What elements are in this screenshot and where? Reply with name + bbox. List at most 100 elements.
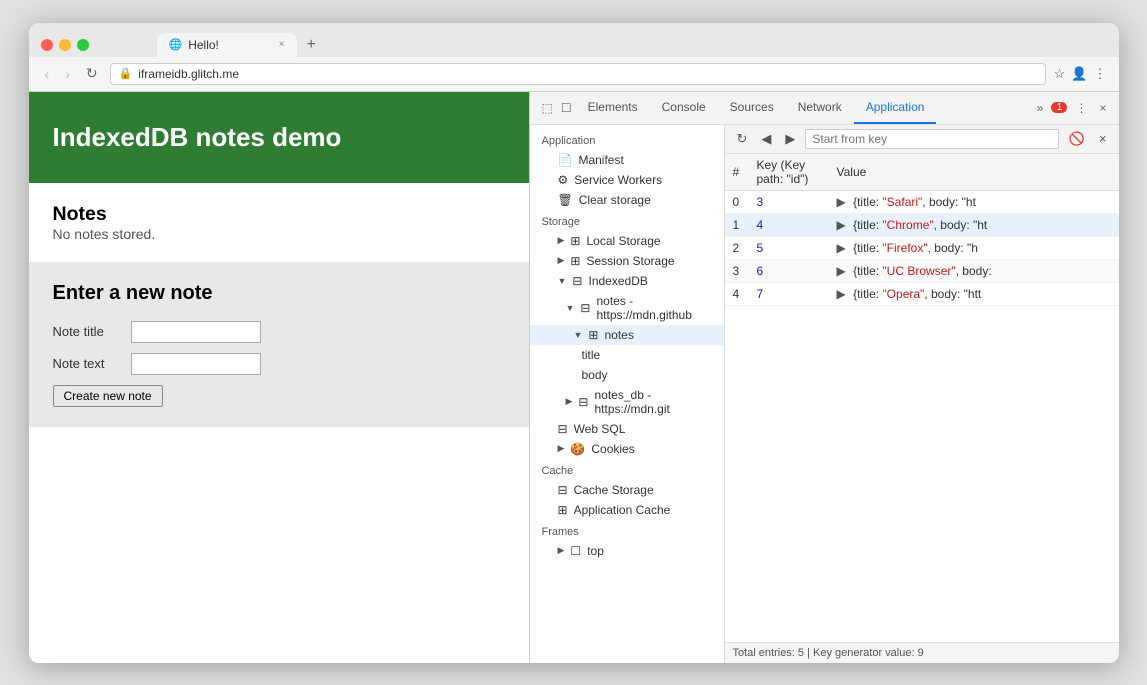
note-title-input[interactable] — [131, 321, 261, 343]
refresh-database-button[interactable]: ↻ — [733, 129, 752, 149]
data-table: # Key (Key path: "id") Value 03▶ {title:… — [725, 154, 1119, 306]
more-tabs-button[interactable]: » — [1033, 99, 1048, 117]
title-bar: 🌐 Hello! × + — [29, 23, 1119, 57]
gear-icon: ⚙ — [558, 173, 569, 187]
table-row[interactable]: 14▶ {title: "Chrome", body: "ht — [725, 213, 1119, 236]
sidebar-item-cache-storage[interactable]: ⊟ Cache Storage — [530, 480, 724, 500]
sidebar-item-idb-db[interactable]: ▼ ⊟ notes - https://mdn.github — [530, 291, 724, 325]
sidebar-item-cache-storage-label: Cache Storage — [574, 483, 654, 497]
note-text-row: Note text — [53, 353, 505, 375]
nav-forward-button[interactable]: › — [61, 64, 74, 84]
tab-console[interactable]: Console — [650, 92, 718, 124]
devtools-panel: ⬚ ☐ Elements Console Sources Network App… — [529, 92, 1119, 663]
address-bar-input[interactable]: 🔒 iframeidb.glitch.me — [110, 63, 1046, 85]
menu-icon[interactable]: ⋮ — [1094, 66, 1107, 82]
start-from-key-input[interactable] — [805, 129, 1058, 149]
table-row[interactable]: 47▶ {title: "Opera", body: "htt — [725, 282, 1119, 305]
create-note-button[interactable]: Create new note — [53, 385, 163, 407]
sidebar-item-manifest-label: Manifest — [578, 153, 623, 167]
note-text-input[interactable] — [131, 353, 261, 375]
prev-key-button[interactable]: ◀ — [757, 129, 775, 149]
sidebar-item-top-frame[interactable]: ▶ ☐ top — [530, 541, 724, 561]
notes-section: Notes No notes stored. — [29, 183, 529, 262]
status-bar: Total entries: 5 | Key generator value: … — [725, 642, 1119, 663]
clear-all-button[interactable]: 🚫 — [1065, 129, 1089, 149]
devtools-tab-bar: ⬚ ☐ Elements Console Sources Network App… — [530, 92, 1119, 125]
row-index: 4 — [725, 282, 749, 305]
sidebar-item-service-workers[interactable]: ⚙ Service Workers — [530, 170, 724, 190]
indexeddb-table: # Key (Key path: "id") Value 03▶ {title:… — [725, 154, 1119, 642]
table-row[interactable]: 25▶ {title: "Firefox", body: "h — [725, 236, 1119, 259]
chevron-right-icon: ▶ — [558, 235, 565, 246]
app-cache-icon: ⊞ — [558, 503, 568, 517]
devtools-more-options-button[interactable]: ⋮ — [1071, 99, 1091, 117]
sidebar-item-service-workers-label: Service Workers — [574, 173, 662, 187]
sidebar-item-app-cache[interactable]: ⊞ Application Cache — [530, 500, 724, 520]
device-mode-button[interactable]: ☐ — [557, 99, 576, 117]
sidebar-item-idb-db2[interactable]: ▶ ⊟ notes_db - https://mdn.git — [530, 385, 724, 419]
database-icon: ⊟ — [580, 301, 590, 315]
tab-sources[interactable]: Sources — [718, 92, 786, 124]
close-window-button[interactable] — [41, 39, 53, 51]
sidebar-item-top-frame-label: top — [587, 544, 604, 558]
sidebar-item-notes-store-label: notes — [604, 328, 633, 342]
cache-section-header: Cache — [530, 459, 724, 480]
devtools-body: Application 📄 Manifest ⚙ Service Workers… — [530, 125, 1119, 663]
sidebar-item-indexeddb[interactable]: ▼ ⊟ IndexedDB — [530, 271, 724, 291]
sidebar-item-notes-store[interactable]: ▼ ⊞ notes — [530, 325, 724, 345]
tab-network[interactable]: Network — [786, 92, 854, 124]
sidebar-item-clear-storage-label: Clear storage — [579, 193, 651, 207]
sidebar-item-title-field[interactable]: title — [530, 345, 724, 365]
tab-favicon-icon: 🌐 — [169, 38, 183, 51]
sidebar-item-session-storage[interactable]: ▶ ⊞ Session Storage — [530, 251, 724, 271]
cache-storage-icon: ⊟ — [558, 483, 568, 497]
devtools-sidebar: Application 📄 Manifest ⚙ Service Workers… — [530, 125, 725, 663]
sidebar-item-body-field[interactable]: body — [530, 365, 724, 385]
chevron-right-icon-2: ▶ — [558, 255, 565, 266]
bookmark-icon[interactable]: ☆ — [1054, 66, 1066, 82]
browser-tab[interactable]: 🌐 Hello! × — [157, 33, 297, 57]
row-index: 2 — [725, 236, 749, 259]
row-key: 7 — [749, 282, 829, 305]
next-key-button[interactable]: ▶ — [781, 129, 799, 149]
sidebar-item-clear-storage[interactable]: 🗑 Clear storage — [530, 190, 724, 210]
sidebar-item-web-sql[interactable]: ⊟ Web SQL — [530, 419, 724, 439]
row-key: 3 — [749, 190, 829, 213]
row-value: ▶ {title: "Firefox", body: "h — [829, 236, 1119, 259]
manifest-icon: 📄 — [558, 153, 573, 167]
table-row[interactable]: 36▶ {title: "UC Browser", body: — [725, 259, 1119, 282]
sidebar-item-manifest[interactable]: 📄 Manifest — [530, 150, 724, 170]
sidebar-item-local-storage[interactable]: ▶ ⊞ Local Storage — [530, 231, 724, 251]
frames-section-header: Frames — [530, 520, 724, 541]
tab-elements[interactable]: Elements — [576, 92, 650, 124]
inspect-element-button[interactable]: ⬚ — [538, 99, 557, 117]
new-tab-button[interactable]: + — [301, 36, 322, 54]
note-title-label: Note title — [53, 324, 123, 339]
devtools-panel-toolbar: ↻ ◀ ▶ 🚫 × — [725, 125, 1119, 154]
devtools-close-button[interactable]: × — [1095, 99, 1110, 117]
devtools-main-panel: ↻ ◀ ▶ 🚫 × # Key (Key path: "id") — [725, 125, 1119, 663]
minimize-window-button[interactable] — [59, 39, 71, 51]
profile-icon[interactable]: 👤 — [1071, 66, 1087, 82]
store-icon: ⊞ — [588, 328, 598, 342]
row-index: 1 — [725, 213, 749, 236]
devtools-toolbar-icons: » 1 ⋮ × — [1033, 99, 1111, 117]
sidebar-item-session-storage-label: Session Storage — [586, 254, 674, 268]
maximize-window-button[interactable] — [77, 39, 89, 51]
nav-back-button[interactable]: ‹ — [41, 64, 54, 84]
note-title-row: Note title — [53, 321, 505, 343]
chevron-down-icon-2: ▼ — [566, 303, 575, 313]
nav-reload-button[interactable]: ↻ — [82, 63, 102, 84]
session-storage-icon: ⊞ — [570, 254, 580, 268]
tab-close-button[interactable]: × — [279, 39, 285, 50]
new-note-form: Enter a new note Note title Note text Cr… — [29, 262, 529, 427]
tab-application[interactable]: Application — [854, 92, 937, 124]
chevron-right-icon-3: ▶ — [566, 396, 573, 407]
sidebar-item-cookies[interactable]: ▶ 🍪 Cookies — [530, 439, 724, 459]
notes-heading: Notes — [53, 203, 505, 226]
traffic-lights — [41, 39, 89, 51]
delete-selected-button[interactable]: × — [1095, 129, 1111, 148]
table-row[interactable]: 03▶ {title: "Safari", body: "ht — [725, 190, 1119, 213]
chevron-down-icon: ▼ — [558, 276, 567, 286]
sidebar-item-title-field-label: title — [582, 348, 601, 362]
